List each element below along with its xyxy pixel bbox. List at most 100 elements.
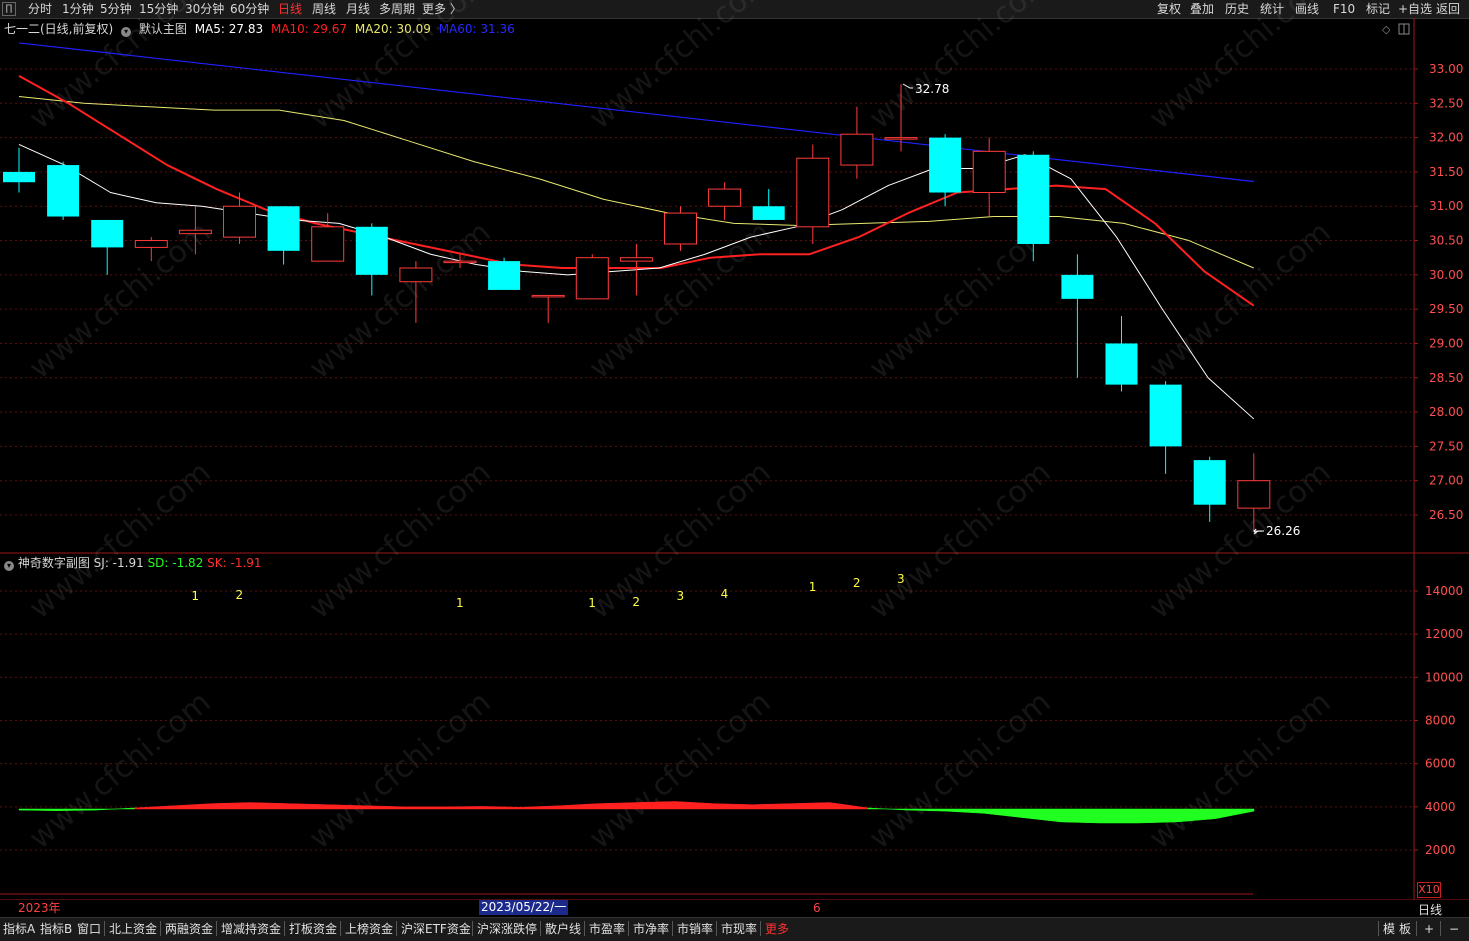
price-tick: 30.00 bbox=[1429, 268, 1463, 282]
sub-tick: 6000 bbox=[1425, 757, 1456, 771]
candle-body bbox=[178, 229, 212, 235]
watermark: www.cfchi.com bbox=[863, 685, 1058, 856]
date-axis: 2023年 2023/05/22/一 6 bbox=[0, 900, 1414, 916]
sub-area-segment bbox=[404, 806, 444, 810]
kline-chart[interactable]: www.cfchi.com www.cfchi.com www.cfchi.com w… bbox=[0, 0, 1469, 900]
tab-margin[interactable]: 两融资金 bbox=[165, 921, 213, 937]
sub-area-segment bbox=[752, 803, 792, 810]
candle-body bbox=[972, 150, 1006, 194]
candle-body bbox=[399, 267, 433, 283]
tab-pb[interactable]: 市净率 bbox=[633, 921, 669, 937]
candle-body bbox=[884, 137, 918, 140]
sub-tick: 2000 bbox=[1425, 843, 1456, 857]
watermark: www.cfchi.com bbox=[583, 0, 778, 136]
candle-body bbox=[134, 240, 168, 248]
candle bbox=[488, 257, 521, 290]
candle-body bbox=[796, 157, 830, 228]
tab-indicator-a[interactable]: 指标A bbox=[3, 921, 35, 937]
magic-digit: 1 bbox=[456, 596, 464, 610]
tab-pe[interactable]: 市盈率 bbox=[589, 921, 625, 937]
candle-body bbox=[752, 206, 785, 220]
sub-area-segment bbox=[713, 803, 753, 810]
candle-body bbox=[91, 219, 124, 248]
tab-holding-change[interactable]: 增减持资金 bbox=[221, 921, 281, 937]
candle-body bbox=[443, 260, 477, 264]
magic-digit: 4 bbox=[721, 587, 729, 601]
sub-area-segment bbox=[250, 802, 290, 810]
watermark: www.cfchi.com bbox=[303, 0, 498, 136]
template-button[interactable]: 模 bbox=[1383, 921, 1395, 937]
low-arrow: ← bbox=[1253, 524, 1263, 538]
sub-area-segment bbox=[173, 803, 213, 810]
candle-body bbox=[488, 261, 521, 290]
price-tick: 31.50 bbox=[1429, 165, 1463, 179]
tab-retail-line[interactable]: 散户线 bbox=[545, 921, 581, 937]
magic-digit: 1 bbox=[588, 596, 596, 610]
sub-area-segment bbox=[945, 808, 985, 814]
price-tick: 28.00 bbox=[1429, 405, 1463, 419]
add-indicator-button[interactable]: + bbox=[1424, 921, 1434, 937]
watermark: www.cfchi.com bbox=[23, 0, 218, 136]
candle-body bbox=[575, 257, 609, 300]
candle bbox=[1193, 456, 1226, 522]
tab-more-indicators[interactable]: 更多 bbox=[765, 921, 789, 937]
candle bbox=[267, 206, 300, 265]
sub-area-segment bbox=[520, 805, 560, 810]
tab-window[interactable]: 窗口 bbox=[77, 921, 101, 937]
tab-etf-funds[interactable]: 沪深ETF资金 bbox=[401, 921, 471, 937]
remove-indicator-button[interactable]: − bbox=[1449, 921, 1459, 937]
candle bbox=[311, 213, 345, 262]
candle-body bbox=[531, 294, 565, 298]
indicator-tabbar: 指标A 指标B 窗口 北上资金 两融资金 增减持资金 打板资金 上榜资金 沪深E… bbox=[0, 917, 1469, 941]
board-button[interactable]: 板 bbox=[1399, 921, 1411, 937]
price-tick: 32.50 bbox=[1429, 96, 1463, 110]
sub-tick: 14000 bbox=[1425, 584, 1463, 598]
sub-area-segment bbox=[1137, 808, 1178, 824]
tab-ps[interactable]: 市销率 bbox=[677, 921, 713, 937]
sub-tick: 8000 bbox=[1425, 714, 1456, 728]
candle-body bbox=[1105, 343, 1138, 385]
tab-indicator-b[interactable]: 指标B bbox=[40, 921, 72, 937]
sub-area-segment bbox=[134, 805, 174, 810]
sub-area-segment bbox=[1060, 808, 1100, 824]
candle-body bbox=[267, 206, 300, 251]
sub-area-segment bbox=[481, 806, 521, 810]
low-annotation: 26.26 bbox=[1266, 524, 1300, 538]
scale-badge[interactable]: X10 bbox=[1417, 882, 1441, 898]
watermark: www.cfchi.com bbox=[863, 0, 1058, 136]
tab-limit-funds[interactable]: 打板资金 bbox=[289, 921, 337, 937]
sub-area-segment bbox=[559, 803, 599, 810]
sub-tick: 10000 bbox=[1425, 670, 1463, 684]
magic-digit: 1 bbox=[191, 589, 199, 603]
candle bbox=[47, 161, 80, 220]
price-tick: 28.50 bbox=[1429, 371, 1463, 385]
tab-northbound[interactable]: 北上资金 bbox=[109, 921, 157, 937]
sub-area-segment bbox=[674, 801, 714, 810]
candle bbox=[1149, 381, 1182, 474]
sub-area-segment bbox=[1099, 808, 1139, 824]
tab-limit-updown[interactable]: 沪深涨跌停 bbox=[477, 921, 537, 937]
price-tick: 26.50 bbox=[1429, 508, 1463, 522]
candle-body bbox=[708, 188, 742, 207]
tab-pcf[interactable]: 市现率 bbox=[721, 921, 757, 937]
candle-body bbox=[1017, 154, 1050, 244]
candle-body bbox=[619, 257, 653, 262]
candle bbox=[752, 189, 785, 220]
price-tick: 29.00 bbox=[1429, 336, 1463, 350]
sub-area-segment bbox=[1215, 808, 1255, 820]
diamond-icon[interactable]: ◇ bbox=[1382, 23, 1391, 36]
candle bbox=[1061, 254, 1094, 378]
candle-body bbox=[929, 137, 962, 193]
tab-billboard-funds[interactable]: 上榜资金 bbox=[345, 921, 393, 937]
magic-digit: 2 bbox=[632, 595, 640, 609]
price-tick: 32.00 bbox=[1429, 131, 1463, 145]
candle-body bbox=[47, 165, 80, 217]
candle bbox=[619, 243, 653, 296]
magic-digit: 2 bbox=[853, 576, 861, 590]
sub-area-segment bbox=[211, 802, 251, 810]
price-tick: 27.00 bbox=[1429, 474, 1463, 488]
watermark: www.cfchi.com bbox=[1143, 685, 1338, 856]
watermark: www.cfchi.com bbox=[23, 685, 218, 856]
candle bbox=[91, 219, 124, 275]
candle bbox=[796, 144, 830, 244]
